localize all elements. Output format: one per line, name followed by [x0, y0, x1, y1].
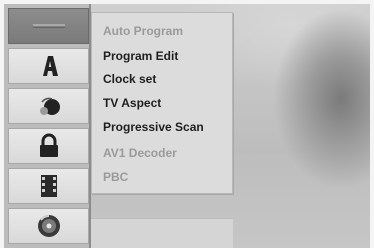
sidebar-item-display[interactable]	[8, 88, 89, 124]
setup-menu: Auto Program Program Edit Clock set TV A…	[91, 12, 233, 194]
menu-item-av1-decoder[interactable]: AV1 Decoder	[103, 142, 177, 164]
menu-item-progressive-scan[interactable]: Progressive Scan	[103, 116, 204, 138]
sidebar-item-lock[interactable]	[8, 128, 89, 164]
lower-panel	[91, 218, 233, 248]
category-sidebar	[4, 4, 91, 248]
menu-item-pbc[interactable]: PBC	[103, 166, 128, 188]
menu-lines-icon	[29, 16, 69, 36]
letter-a-icon	[34, 52, 64, 80]
sidebar-item-language[interactable]	[8, 48, 89, 84]
osd-screen: Auto Program Program Edit Clock set TV A…	[0, 0, 374, 248]
menu-item-tv-aspect[interactable]: TV Aspect	[103, 92, 161, 114]
disc-icon	[34, 212, 64, 240]
film-icon	[34, 172, 64, 200]
menu-item-clock-set[interactable]: Clock set	[103, 68, 156, 90]
sidebar-item-film[interactable]	[8, 168, 89, 204]
globe-icon	[34, 92, 64, 120]
menu-item-program-edit[interactable]: Program Edit	[103, 45, 178, 67]
sidebar-item-setup[interactable]	[8, 8, 89, 44]
lock-icon	[34, 132, 64, 160]
menu-item-auto-program[interactable]: Auto Program	[103, 20, 183, 42]
sidebar-item-disc[interactable]	[8, 208, 89, 244]
